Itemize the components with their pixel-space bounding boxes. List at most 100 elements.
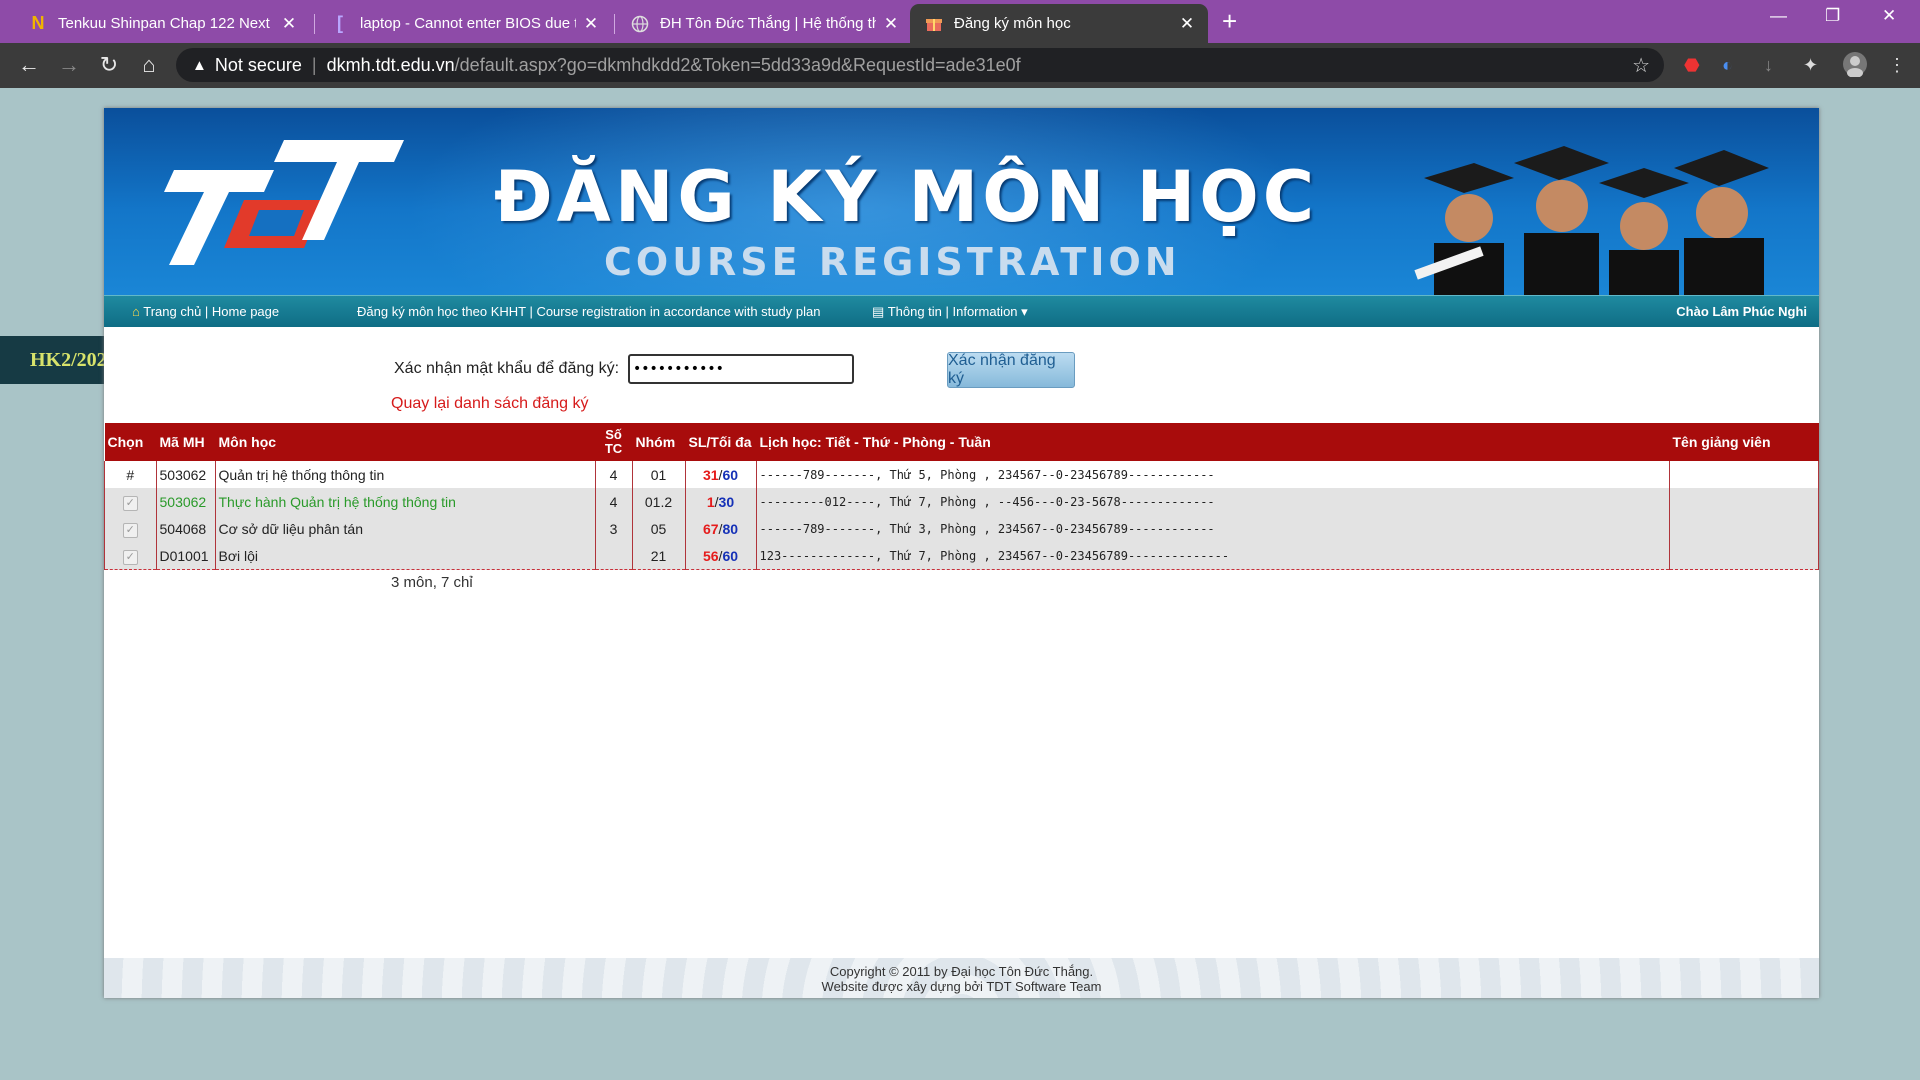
group: 05 [632, 515, 686, 542]
menu-label: Thông tin | Information [887, 304, 1018, 319]
tab-title: laptop - Cannot enter BIOS due t [360, 15, 576, 32]
bookmark-star-icon[interactable]: ☆ [1632, 53, 1650, 78]
page-subtitle: COURSE REGISTRATION [604, 240, 1181, 284]
confirm-registration-button[interactable]: Xác nhận đăng ký [947, 352, 1075, 388]
group: 01 [632, 461, 686, 488]
schedule: ------789-------, Thứ 3, Phòng , 234567-… [756, 515, 1670, 542]
home-menu-item[interactable]: ⌂ Trang chủ | Home page [132, 304, 279, 319]
close-tab-icon[interactable]: ✕ [882, 14, 900, 34]
browser-toolbar: ← → ↻ ⌂ ▲ Not secure | dkmh.tdt.edu.vn/d… [0, 43, 1920, 88]
lecturer [1669, 461, 1819, 488]
menu-kebab-icon[interactable]: ⋮ [1888, 55, 1906, 76]
checkbox-icon[interactable]: ✓ [122, 495, 138, 511]
extension-icon[interactable]: ◐ [1722, 55, 1733, 76]
tab-title: ĐH Tôn Đức Thắng | Hệ thống th [660, 15, 876, 32]
close-window-icon[interactable]: ✕ [1882, 6, 1896, 26]
tab-divider [314, 14, 315, 34]
col-sl-toi-da: SL/Tối đa [685, 423, 757, 461]
page-footer: Copyright © 2011 by Đại học Tôn Đức Thắn… [104, 958, 1819, 998]
credits: 3 [595, 515, 633, 542]
back-icon[interactable]: ← [15, 52, 43, 78]
tab-divider [614, 14, 615, 34]
course-name: Quản trị hệ thống thông tin [215, 461, 596, 488]
credits: 4 [595, 488, 633, 515]
max-count: 60 [722, 547, 739, 564]
forward-icon[interactable]: → [55, 52, 83, 78]
close-tab-icon[interactable]: ✕ [280, 14, 298, 34]
browser-tab-bar: N Tenkuu Shinpan Chap 122 Next C ✕ [ lap… [0, 0, 1920, 43]
checkbox-icon[interactable]: ✓ [122, 549, 138, 565]
password-field[interactable]: ••••••••••• [628, 354, 854, 384]
table-row: # 503062 Quản trị hệ thống thông tin 4 0… [104, 461, 1819, 488]
info-menu-item[interactable]: ▤ Thông tin | Information ▾ [872, 304, 1028, 320]
divider: | [311, 54, 317, 75]
course-code: 503062 [156, 488, 216, 515]
credits: 4 [595, 461, 633, 488]
course-table: Chọn Mã MH Môn học Số TC Nhóm SL/Tối đa … [104, 423, 1819, 570]
table-row: ✓ 504068 Cơ sở dữ liệu phân tán 3 05 67/… [104, 515, 1819, 542]
menu-label: Trang chủ | Home page [143, 304, 280, 319]
table-row: ✓ D01001 Bơi lội 21 56/60 123-----------… [104, 542, 1819, 570]
plan-menu-item[interactable]: Đăng ký môn học theo KHHT | Course regis… [357, 304, 820, 319]
minimize-icon[interactable]: — [1770, 6, 1787, 26]
new-tab-icon[interactable]: + [1222, 6, 1237, 37]
browser-tab[interactable]: N Tenkuu Shinpan Chap 122 Next C ✕ [14, 4, 310, 43]
user-greeting: Chào Lâm Phúc Nghi [1676, 304, 1807, 319]
page-viewport: HK2/2020-2021 ĐĂNG KÝ MÔN HỌC COURSE REG… [0, 88, 1920, 1080]
dropdown-caret-icon: ▾ [1021, 304, 1028, 319]
download-icon[interactable]: ↓ [1764, 55, 1773, 76]
restore-icon[interactable]: ❐ [1825, 6, 1840, 26]
table-header-row: Chọn Mã MH Môn học Số TC Nhóm SL/Tối đa … [104, 423, 1819, 461]
lecturer [1669, 488, 1819, 515]
security-label[interactable]: Not secure [215, 55, 302, 76]
course-name: Cơ sở dữ liệu phân tán [215, 515, 596, 542]
adblock-extension-icon[interactable]: ⬣ [1684, 55, 1700, 76]
course-code: 504068 [156, 515, 216, 542]
max-count: 80 [722, 520, 739, 537]
row-checkbox[interactable]: ✓ [104, 488, 157, 515]
browser-tab[interactable]: ĐH Tôn Đức Thắng | Hệ thống th ✕ [616, 4, 912, 43]
schedule: 123-------------, Thứ 7, Phòng , 234567-… [756, 542, 1670, 570]
row-checkbox[interactable]: ✓ [104, 515, 157, 542]
col-mon-hoc: Môn học [215, 423, 596, 461]
close-tab-icon[interactable]: ✕ [1178, 14, 1196, 34]
warning-icon[interactable]: ▲ [192, 57, 207, 74]
credits [595, 542, 633, 570]
browser-tab-active[interactable]: Đăng ký môn học ✕ [910, 4, 1208, 43]
col-giang-vien: Tên giảng viên [1669, 423, 1819, 461]
url-path: /default.aspx?go=dkmhdkdd2&Token=5dd33a9… [454, 54, 1021, 75]
col-chon: Chọn [104, 423, 157, 461]
registration-summary: 3 môn, 7 chỉ [391, 574, 473, 591]
col-nhom: Nhóm [632, 423, 686, 461]
n-logo-icon: N [31, 13, 45, 33]
tdt-logo-icon [164, 140, 404, 265]
enrolled-count: 31 [702, 466, 719, 483]
checkbox-icon[interactable]: ✓ [122, 522, 138, 538]
address-bar[interactable]: ▲ Not secure | dkmh.tdt.edu.vn/default.a… [176, 48, 1664, 82]
lecturer [1669, 515, 1819, 542]
back-to-list-link[interactable]: Quay lại danh sách đăng ký [391, 395, 588, 413]
enrolled-count: 67 [702, 520, 719, 537]
credit-text: Website được xây dựng bởi TDT Software T… [821, 979, 1102, 994]
group: 21 [632, 542, 686, 570]
profile-avatar-icon[interactable] [1842, 51, 1868, 82]
lecturer [1669, 542, 1819, 570]
col-so-tc: Số TC [595, 423, 633, 461]
tab-title: Tenkuu Shinpan Chap 122 Next C [58, 15, 274, 32]
max-count: 30 [718, 493, 735, 510]
password-label: Xác nhận mật khẩu để đăng ký: [394, 360, 620, 377]
max-count: 60 [722, 466, 739, 483]
course-code: D01001 [156, 542, 216, 570]
home-icon[interactable]: ⌂ [135, 52, 163, 78]
row-checkbox[interactable]: ✓ [104, 542, 157, 570]
main-menu: ⌂ Trang chủ | Home page Đăng ký môn học … [104, 295, 1819, 327]
puzzle-extensions-icon[interactable]: ✦ [1803, 55, 1818, 76]
course-name: Thực hành Quản trị hệ thống thông tin [215, 488, 596, 515]
close-tab-icon[interactable]: ✕ [582, 14, 600, 34]
browser-tab[interactable]: [ laptop - Cannot enter BIOS due t ✕ [316, 4, 612, 43]
reload-icon[interactable]: ↻ [95, 52, 123, 78]
course-name: Bơi lội [215, 542, 596, 570]
header-banner: ĐĂNG KÝ MÔN HỌC COURSE REGISTRATION [104, 108, 1819, 295]
course-code: 503062 [156, 461, 216, 488]
tab-title: Đăng ký môn học [954, 15, 1071, 32]
